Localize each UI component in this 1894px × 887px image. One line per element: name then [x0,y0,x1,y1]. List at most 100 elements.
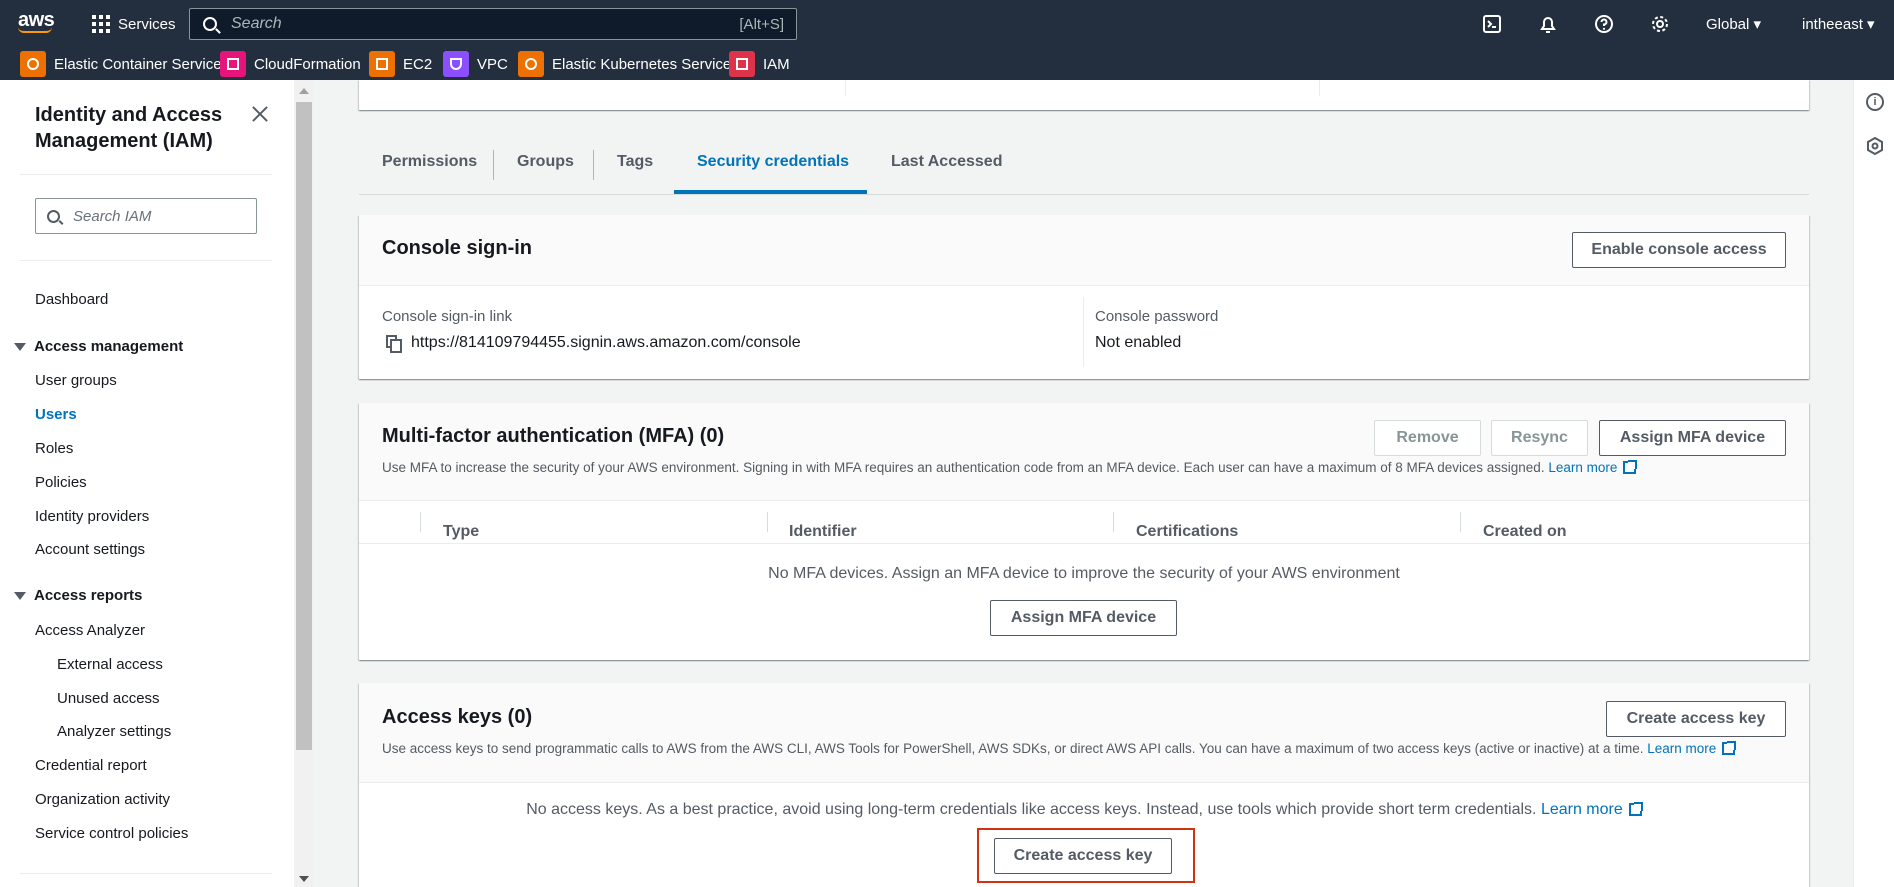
account-menu[interactable]: intheeast ▾ [1802,15,1875,33]
sidebar-item-access-analyzer[interactable]: Access Analyzer [35,622,145,639]
user-detail-tabs: Permissions Groups Tags Security credent… [359,145,1809,195]
favorite-iam[interactable]: IAM [729,51,790,77]
mfa-column-identifier[interactable]: Identifier [789,523,857,541]
sidebar-section-access-reports[interactable]: Access reports [14,587,142,604]
help-icon[interactable] [1594,14,1614,34]
sidebar-item-user-groups[interactable]: User groups [35,372,117,389]
highlight-box [977,828,1195,883]
sidebar-item-credential-report[interactable]: Credential report [35,757,147,774]
hexagon-feedback-icon[interactable] [1866,137,1884,155]
external-link-icon [1628,802,1643,816]
card-header [359,403,1809,500]
info-icon[interactable]: i [1866,93,1884,111]
remove-mfa-button[interactable]: Remove [1374,420,1481,456]
region-selector[interactable]: Global ▾ [1706,15,1761,33]
mfa-title: Multi-factor authentication (MFA) (0) [382,425,725,447]
favorite-eks[interactable]: Elastic Kubernetes Service [518,51,731,77]
sidebar-item-organization-activity[interactable]: Organization activity [35,791,170,808]
column-separator [1319,80,1320,96]
favorite-label: EC2 [403,55,433,73]
sidebar-divider [20,873,272,874]
column-separator [767,512,768,532]
tab-last-accessed[interactable]: Last Accessed [891,153,1002,171]
tab-groups[interactable]: Groups [517,153,574,171]
console-signin-link-label: Console sign-in link [382,308,513,325]
access-keys-description-text: Use access keys to send programmatic cal… [382,741,1644,756]
copy-icon[interactable] [386,335,402,353]
favorite-cloudformation[interactable]: CloudFormation [220,51,361,77]
column-separator [420,512,421,532]
caret-down-icon [14,342,26,351]
tab-security-credentials[interactable]: Security credentials [697,153,849,171]
access-keys-description: Use access keys to send programmatic cal… [382,741,1737,756]
services-menu-button[interactable]: Services [92,12,176,36]
mfa-description-text: Use MFA to increase the security of your… [382,460,1545,475]
sidebar-item-roles[interactable]: Roles [35,440,73,457]
enable-console-access-button[interactable]: Enable console access [1572,232,1786,268]
notifications-bell-icon[interactable] [1538,14,1558,34]
card-header [359,683,1809,782]
assign-mfa-device-button[interactable]: Assign MFA device [1599,420,1786,456]
assign-mfa-device-empty-button[interactable]: Assign MFA device [990,600,1177,636]
sidebar-item-dashboard[interactable]: Dashboard [35,291,108,308]
console-signin-card: Console sign-in Enable console access Co… [359,215,1809,379]
sidebar-item-external-access[interactable]: External access [57,656,163,673]
tab-tags[interactable]: Tags [617,153,653,171]
access-keys-learn-more-link[interactable]: Learn more [1647,741,1716,756]
sidebar-item-users[interactable]: Users [35,406,77,423]
scroll-down-arrow-icon[interactable] [299,876,309,882]
settings-gear-icon[interactable] [1650,14,1670,34]
create-access-key-button[interactable]: Create access key [1606,701,1786,737]
global-search-input[interactable] [231,15,711,33]
sidebar-item-identity-providers[interactable]: Identity providers [35,508,149,525]
external-link-icon [1623,460,1638,474]
access-keys-empty-learn-more-link[interactable]: Learn more [1541,801,1623,818]
mfa-learn-more-link[interactable]: Learn more [1548,460,1617,475]
sidebar-item-policies[interactable]: Policies [35,474,87,491]
access-keys-empty-message: No access keys. As a best practice, avoi… [359,801,1809,819]
favorite-label: VPC [477,55,508,73]
close-icon[interactable] [250,104,270,124]
column-separator [1460,512,1461,532]
sidebar-search-input[interactable] [73,207,233,225]
aws-logo[interactable]: aws [18,10,58,38]
tab-separator [593,150,594,180]
iam-sidebar: Identity and Access Management (IAM) Das… [0,80,294,887]
scroll-up-arrow-icon[interactable] [299,88,309,94]
global-search[interactable]: [Alt+S] [189,8,797,40]
section-heading: Access management [34,338,184,355]
sidebar-item-service-control-policies[interactable]: Service control policies [35,825,188,842]
mfa-column-type[interactable]: Type [443,523,479,541]
tab-permissions[interactable]: Permissions [382,153,477,171]
sidebar-item-analyzer-settings[interactable]: Analyzer settings [57,723,171,740]
favorite-label: IAM [763,55,790,73]
active-tab-indicator [674,190,867,194]
card-divider [359,782,1809,783]
cloudformation-service-icon [220,51,246,77]
ec2-service-icon [369,51,395,77]
sidebar-search[interactable] [35,198,257,234]
sidebar-divider [20,174,272,175]
mfa-column-created-on[interactable]: Created on [1483,523,1567,541]
sidebar-title[interactable]: Identity and Access Management (IAM) [35,102,255,154]
caret-down-icon [14,591,26,600]
sidebar-section-access-management[interactable]: Access management [14,338,183,355]
iam-service-icon [729,51,755,77]
sidebar-item-account-settings[interactable]: Account settings [35,541,145,558]
column-separator [845,80,846,96]
favorite-vpc[interactable]: VPC [443,51,508,77]
mfa-empty-message: No MFA devices. Assign an MFA device to … [768,565,1400,582]
aws-logo-text: aws [18,9,55,31]
cloudshell-icon[interactable] [1482,14,1502,34]
card-divider [359,285,1809,286]
console-signin-link-value[interactable]: https://814109794455.signin.aws.amazon.c… [411,334,801,352]
favorite-ecs[interactable]: Elastic Container Service [20,51,222,77]
sidebar-item-unused-access[interactable]: Unused access [57,690,160,707]
resync-mfa-button[interactable]: Resync [1491,420,1588,456]
mfa-column-certifications[interactable]: Certifications [1136,523,1238,541]
mfa-description: Use MFA to increase the security of your… [382,460,1638,475]
sidebar-scrollbar-thumb[interactable] [296,102,312,750]
favorite-ec2[interactable]: EC2 [369,51,432,77]
console-password-value: Not enabled [1095,334,1182,351]
search-shortcut: [Alt+S] [739,16,784,33]
